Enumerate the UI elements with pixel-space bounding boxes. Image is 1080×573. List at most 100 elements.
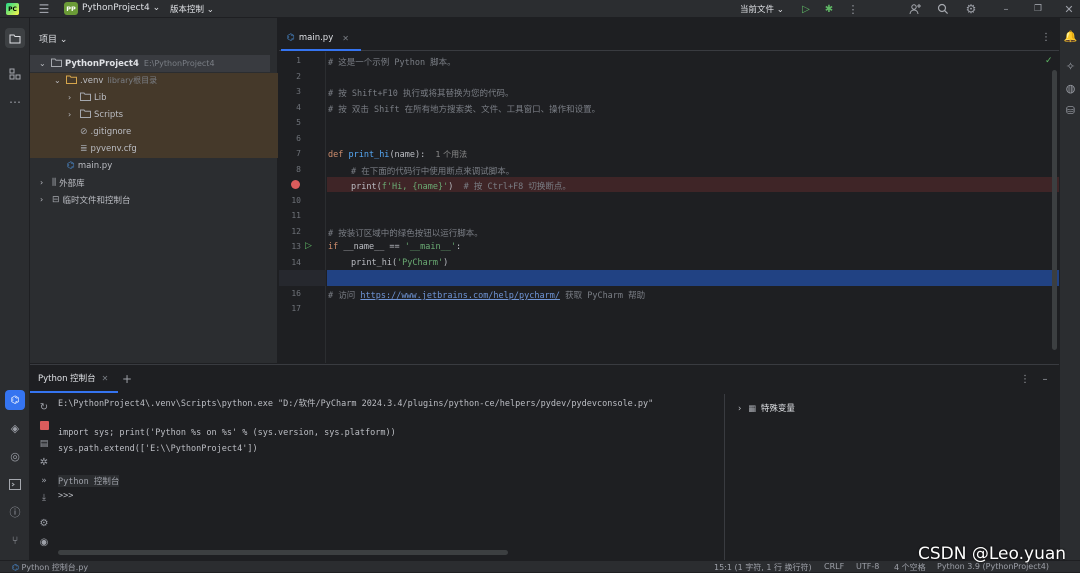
- panel-more-icon[interactable]: ⋮: [1019, 373, 1031, 385]
- main-menu-icon[interactable]: ☰: [36, 1, 52, 17]
- tree-item-gitignore[interactable]: ⊘ .gitignore: [30, 123, 278, 140]
- minimize-icon[interactable]: –: [998, 1, 1014, 17]
- project-selector[interactable]: PythonProject4 ⌄: [82, 3, 160, 13]
- add-console-icon[interactable]: +: [120, 372, 134, 386]
- run-gutter-icon[interactable]: ▷: [305, 241, 312, 251]
- terminal-icon[interactable]: [5, 474, 25, 494]
- restore-icon[interactable]: ❐: [1030, 1, 1046, 17]
- special-variables-label: 特殊变量: [760, 404, 795, 414]
- scratches-icon: ⊟: [52, 194, 60, 205]
- inspection-ok-icon[interactable]: ✓: [1045, 56, 1053, 66]
- line-number: 14: [291, 258, 301, 267]
- ai-assistant-icon[interactable]: ✧: [1062, 58, 1079, 75]
- services-icon[interactable]: ◎: [5, 446, 25, 466]
- variables-panel: [724, 394, 1059, 561]
- tab-main-py[interactable]: ⌬ main.py ✕: [281, 27, 361, 51]
- debug-icon[interactable]: ✱: [822, 2, 836, 16]
- code-line-12[interactable]: # 按装订区域中的绿色按钮以运行脚本。: [328, 227, 483, 239]
- python-file-icon: ⌬: [67, 160, 75, 171]
- code-line-7[interactable]: def print_hi(name): 1 个用法: [328, 149, 467, 160]
- keyword: if: [328, 242, 339, 252]
- vcs-label: 版本控制: [170, 5, 205, 15]
- project-name: PythonProject4: [82, 3, 150, 13]
- help-link[interactable]: https://www.jetbrains.com/help/pycharm/: [360, 291, 560, 301]
- console-prompt[interactable]: >>>: [58, 491, 73, 501]
- line-number: 2: [296, 72, 301, 81]
- more-icon[interactable]: ⋮: [846, 2, 860, 16]
- scroll-to-end-icon[interactable]: ⤓: [37, 491, 51, 505]
- notifications-bell-icon[interactable]: 🔔: [1062, 28, 1079, 45]
- copilot-icon[interactable]: ◍: [1062, 80, 1079, 97]
- breakpoint-marker[interactable]: [291, 180, 300, 189]
- pycharm-logo[interactable]: PC: [6, 3, 19, 15]
- project-root-path: E:\PythonProject4: [143, 59, 215, 68]
- rerun-icon[interactable]: ↻: [37, 400, 51, 414]
- string-literal: 'PyCharm': [397, 258, 444, 268]
- run-icon[interactable]: ▷: [799, 2, 813, 16]
- status-file[interactable]: ⌬ Python 控制台.py: [12, 562, 88, 573]
- caret-line-highlight: [327, 270, 1059, 286]
- params: (name):: [389, 150, 426, 160]
- close-tab-icon[interactable]: ✕: [342, 34, 349, 43]
- usages-hint[interactable]: 1 个用法: [436, 150, 468, 159]
- dunder-name: __name__ ==: [343, 242, 400, 252]
- editor-more-icon[interactable]: ⋮: [1039, 30, 1053, 44]
- stop-icon[interactable]: [40, 421, 49, 430]
- settings-gear-icon[interactable]: ⚙: [37, 516, 51, 530]
- chevron-right-icon: ›: [68, 110, 72, 119]
- vcs-selector[interactable]: 版本控制 ⌄: [170, 3, 214, 15]
- tree-item-scripts[interactable]: › Scripts: [30, 106, 278, 123]
- scripts-label: Scripts: [94, 109, 124, 120]
- layers-icon[interactable]: ◈: [5, 418, 25, 438]
- hide-panel-icon[interactable]: –: [1039, 373, 1051, 385]
- structure-icon[interactable]: [5, 64, 25, 84]
- more-tools-icon[interactable]: ⋯: [5, 92, 25, 112]
- tree-item-pyvenv-cfg[interactable]: ≣ pyvenv.cfg: [30, 140, 278, 157]
- code-line-8[interactable]: # 在下面的代码行中使用断点来调试脚本。: [351, 165, 514, 177]
- run-config-selector[interactable]: 当前文件 ⌄: [740, 3, 784, 15]
- code-line-14[interactable]: print_hi('PyCharm'): [351, 258, 448, 268]
- tree-item-venv[interactable]: ⌄ .venv library根目录: [30, 72, 278, 89]
- project-panel: 项目 ⌄ ⌄ PythonProject4 E:\PythonProject4 …: [30, 18, 278, 363]
- line-number: 1: [296, 56, 301, 65]
- search-icon[interactable]: [935, 1, 951, 17]
- close-tab-icon[interactable]: ✕: [102, 374, 109, 383]
- comment: # 访问: [328, 291, 356, 301]
- history-icon[interactable]: »: [37, 474, 51, 488]
- console-settings-icon[interactable]: ▤: [37, 437, 51, 451]
- problems-icon[interactable]: ⓘ: [5, 502, 25, 522]
- status-encoding[interactable]: UTF-8: [856, 562, 879, 571]
- console-hscrollbar[interactable]: [58, 550, 508, 555]
- console-output[interactable]: [56, 394, 722, 561]
- status-position[interactable]: 15:1 (1 字符, 1 行 换行符): [714, 562, 812, 573]
- close-icon[interactable]: ✕: [1061, 1, 1077, 17]
- console-tab[interactable]: Python 控制台 ✕: [30, 365, 118, 393]
- code-line-1[interactable]: # 这是一个示例 Python 脚本。: [328, 56, 456, 68]
- tree-item-main-py[interactable]: ⌬ main.py: [30, 157, 278, 174]
- tree-item-project-root[interactable]: ⌄ PythonProject4 E:\PythonProject4: [30, 55, 270, 72]
- external-libs-label: 外部库: [59, 178, 85, 189]
- code-line-13[interactable]: if __name__ == '__main__':: [328, 242, 461, 252]
- git-icon[interactable]: ⑂: [5, 530, 25, 550]
- code-line-4[interactable]: # 按 双击 Shift 在所有地方搜索类、文件、工具窗口、操作和设置。: [328, 103, 600, 115]
- tree-item-scratches[interactable]: › ⊟ 临时文件和控制台: [30, 191, 278, 208]
- project-folder-icon[interactable]: [5, 28, 25, 48]
- line-number: 11: [291, 211, 301, 220]
- view-icon[interactable]: ◉: [37, 535, 51, 549]
- console-line: E:\PythonProject4\.venv\Scripts\python.e…: [58, 399, 654, 409]
- tree-item-external-libs[interactable]: › ⫼ 外部库: [30, 174, 278, 191]
- debug-bug-icon[interactable]: ✲: [37, 455, 51, 469]
- code-line-16[interactable]: # 访问 https://www.jetbrains.com/help/pych…: [328, 289, 645, 301]
- project-badge[interactable]: PP: [64, 2, 78, 15]
- settings-gear-icon[interactable]: ⚙: [963, 1, 979, 17]
- special-variables-item[interactable]: › ▦ 特殊变量: [738, 402, 795, 414]
- status-line-separator[interactable]: CRLF: [824, 562, 844, 571]
- project-panel-header[interactable]: 项目 ⌄: [39, 32, 67, 45]
- editor-scrollbar[interactable]: [1052, 70, 1057, 350]
- code-line-9[interactable]: print(f'Hi, {name}') # 按 Ctrl+F8 切换断点。: [351, 180, 571, 192]
- python-console-icon[interactable]: ⌬: [5, 390, 25, 410]
- database-icon[interactable]: ⛁: [1062, 102, 1079, 119]
- tree-item-lib[interactable]: › Lib: [30, 89, 278, 106]
- add-user-icon[interactable]: [907, 1, 923, 17]
- code-line-3[interactable]: # 按 Shift+F10 执行或将其替换为您的代码。: [328, 87, 514, 99]
